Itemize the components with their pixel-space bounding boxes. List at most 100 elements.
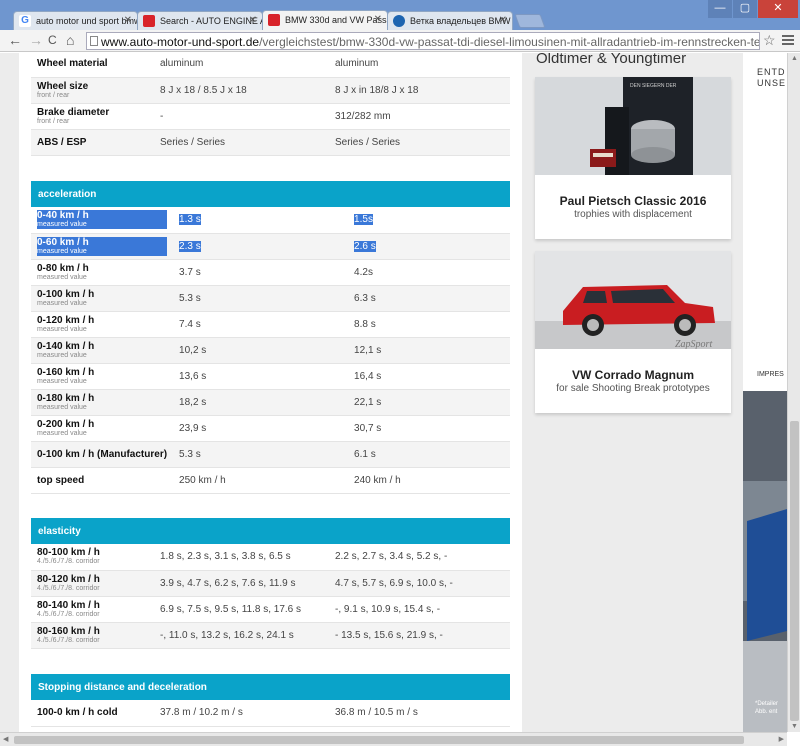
reload-icon[interactable]: C [48, 33, 57, 47]
teaser-card-vw-corrado[interactable]: ZapSport VW Corrado Magnum for sale Shoo… [535, 251, 731, 413]
row-label-cell: 80-160 km / h 4./5./6./7./8. corridor [31, 622, 154, 649]
tab-label: Ветка владельцев BMW [410, 16, 511, 26]
vw-value-cell: 30,7 s [348, 415, 510, 442]
row-label: 0-100 km / h (Manufacturer) [37, 448, 168, 460]
table-row: 0-100 km / h measured value 5.3 s 6.3 s [31, 285, 510, 312]
ad-headline-line: UNSE [757, 78, 787, 88]
vertical-scroll-thumb[interactable] [790, 421, 799, 721]
vw-value-cell: 2.2 s, 2.7 s, 3.4 s, 5.2 s, - [329, 544, 510, 571]
vw-value: -, 9.1 s, 10.9 s, 15.4 s, - [335, 603, 441, 615]
horizontal-scroll-thumb[interactable] [14, 736, 744, 744]
table-row: 0-80 km / h measured value 3.7 s 4.2s [31, 259, 510, 286]
row-label: 80-160 km / h [37, 625, 100, 637]
row-label: 0-140 km / h [37, 340, 95, 352]
row-label: 0-160 km / h [37, 366, 95, 378]
row-label: 0-40 km / h [37, 210, 168, 222]
row-label: 0-180 km / h [37, 392, 95, 404]
advertisement-banner[interactable]: ENTD UNSE IMPRES *Detailer Abb. ent [743, 53, 787, 732]
ad-note-line: *Detailer [755, 701, 778, 707]
teaser-card-paul-pietsch[interactable]: DEN SIEGERN DER Paul Pietsch Classic 201… [535, 77, 731, 239]
vw-value-cell: 6.3 s [348, 285, 510, 312]
vw-value-cell: 6.1 s [348, 441, 510, 468]
row-label-cell: Brake diameter front / rear [31, 103, 154, 130]
bmw-value: Series / Series [160, 136, 226, 148]
bmw-value-cell: 250 km / h [173, 467, 349, 494]
scroll-down-icon[interactable]: ▼ [791, 723, 798, 730]
wheels-brakes-table: Wheel material aluminum aluminum Wheel size… [31, 53, 510, 156]
scroll-right-icon[interactable]: ▶ [779, 735, 784, 743]
card-title[interactable]: VW Corrado Magnum [535, 368, 731, 382]
tab-bmw-forum[interactable]: Ветка владельцев BMW ✕ [387, 11, 513, 30]
new-tab-button[interactable] [514, 14, 546, 28]
row-label-cell: Wheel material [31, 53, 154, 78]
bmw-value: 8 J x 18 / 8.5 J x 18 [160, 84, 247, 96]
bmw-value: - [160, 110, 164, 122]
bmw-value-cell: 1.3 s [173, 207, 349, 234]
bookmark-star-icon[interactable]: ☆ [763, 32, 776, 49]
red-car-image: ZapSport [535, 251, 731, 349]
close-tab-icon[interactable]: ✕ [499, 15, 507, 26]
bmw-value: 18,2 s [179, 396, 207, 408]
address-bar[interactable]: www.auto-motor-und-sport.de/vergleichste… [86, 32, 760, 50]
table-row: 0-200 km / h measured value 23,9 s 30,7 s [31, 415, 510, 442]
row-sublabel: measured value [37, 377, 87, 385]
url-path: /vergleichstest/bmw-330d-vw-passat-tdi-d… [259, 35, 760, 49]
home-icon[interactable]: ⌂ [66, 32, 74, 48]
row-sublabel: 4./5./6./7./8. corridor [37, 584, 100, 592]
table-row: 80-140 km / h 4./5./6./7./8. corridor 6.9 … [31, 596, 510, 623]
back-arrow-icon[interactable]: ← [8, 32, 22, 48]
table-row: Wheel size front / rear 8 J x 18 / 8.5 J x… [31, 77, 510, 104]
vw-value: 4.7 s, 5.7 s, 6.9 s, 10.0 s, - [335, 577, 453, 589]
tab-google-search[interactable]: G auto motor und sport bmw ✕ [13, 11, 138, 30]
bmw-value: 3.7 s [179, 266, 201, 278]
row-label: 0-120 km / h [37, 314, 95, 326]
row-label: 0-200 km / h [37, 418, 95, 430]
card-title[interactable]: Paul Pietsch Classic 2016 [535, 194, 731, 208]
vertical-scrollbar[interactable]: ▲ ▼ [787, 53, 800, 732]
table-row: 0-160 km / h measured value 13,6 s 16,4 s [31, 363, 510, 390]
vw-value-cell: 2.6 s [348, 233, 510, 260]
vw-value-cell: 312/282 mm [329, 103, 510, 130]
row-label-cell: 0-100 km / h measured value [31, 285, 174, 312]
bmw-value-cell: 1.8 s, 2.3 s, 3.1 s, 3.8 s, 6.5 s [154, 544, 329, 571]
card-description: trophies with displacement [574, 209, 692, 220]
vw-value: Series / Series [335, 136, 401, 148]
close-tab-icon[interactable]: ✕ [124, 15, 132, 26]
row-label-cell: 0-140 km / h measured value [31, 337, 174, 364]
row-label-cell: Wheel size front / rear [31, 77, 154, 104]
horizontal-scrollbar[interactable]: ◀ ▶ [0, 732, 787, 746]
row-label-cell: 0-80 km / h measured value [31, 259, 174, 286]
close-tab-icon[interactable]: ✕ [249, 15, 257, 26]
table-row: 80-160 km / h 4./5./6./7./8. corridor -, 1… [31, 622, 510, 649]
bmw-value-cell: 3.7 s [173, 259, 349, 286]
bmw-value: 1.8 s, 2.3 s, 3.1 s, 3.8 s, 6.5 s [160, 551, 291, 563]
row-label-cell: 80-140 km / h 4./5./6./7./8. corridor [31, 596, 154, 623]
vw-value: 36.8 m / 10.5 m / s [335, 707, 418, 719]
tab-bmw-vw-article[interactable]: BMW 330d and VW Passa ✕ [262, 10, 388, 30]
table-row: 100-0 km / h cold 37.8 m / 10.2 m / s 36.8… [31, 700, 510, 727]
table-row: 0-140 km / h measured value 10,2 s 12,1 s [31, 337, 510, 364]
vw-value: 16,4 s [354, 370, 382, 382]
close-tab-icon[interactable]: ✕ [374, 14, 382, 25]
row-sublabel: measured value [37, 351, 87, 359]
maximize-button[interactable]: ▢ [733, 0, 757, 18]
vw-value: 6.3 s [354, 292, 376, 304]
scroll-up-icon[interactable]: ▲ [791, 55, 798, 62]
vw-value-cell: 16,4 s [348, 363, 510, 390]
row-sublabel: measured value [37, 247, 168, 256]
row-sublabel: measured value [37, 403, 87, 411]
close-window-button[interactable]: ✕ [758, 0, 798, 18]
vw-value: 6.1 s [354, 448, 376, 460]
table-row: 80-100 km / h 4./5./6./7./8. corridor 1.8 … [31, 544, 510, 571]
tab-auto-engine-search[interactable]: Search - AUTO ENGINE A ✕ [137, 11, 263, 30]
vw-value-cell: 36.8 m / 10.5 m / s [329, 700, 510, 727]
forward-arrow-icon[interactable]: → [29, 32, 43, 48]
row-label-cell: 0-40 km / h measured value [31, 207, 174, 234]
tab-label: Search - AUTO ENGINE A [160, 16, 263, 26]
bmw-value-cell: aluminum [154, 53, 329, 78]
scroll-left-icon[interactable]: ◀ [3, 735, 8, 743]
menu-icon[interactable] [782, 33, 794, 47]
minimize-button[interactable]: — [708, 0, 732, 18]
table-row: 0-100 km / h (Manufacturer) 5.3 s 6.1 s [31, 441, 510, 468]
vw-value: - 13.5 s, 15.6 s, 21.9 s, - [335, 629, 443, 641]
